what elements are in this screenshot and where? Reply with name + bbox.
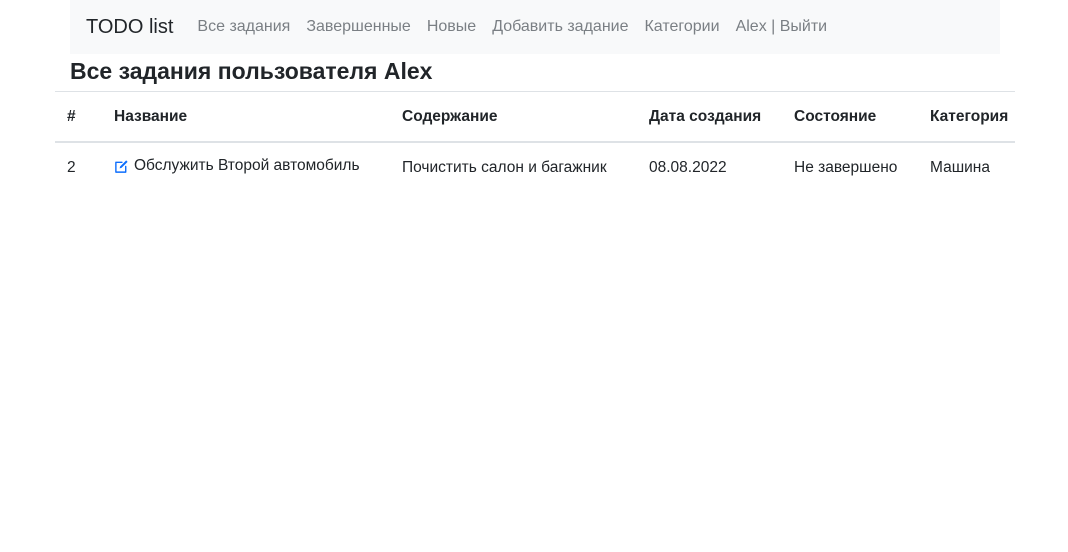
header-category: Категория — [930, 91, 1015, 143]
nav-link-all-tasks[interactable]: Все задания — [189, 18, 298, 36]
task-category: Машина — [930, 159, 990, 176]
task-content: Почистить салон и багажник — [402, 159, 607, 176]
header-status: Состояние — [794, 91, 930, 143]
top-navbar: TODO list Все задания Завершенные Новые … — [70, 0, 1000, 54]
task-created-date: 08.08.2022 — [649, 159, 727, 176]
nav-link-logout[interactable]: Alex | Выйти — [728, 18, 836, 36]
header-created-date: Дата создания — [649, 91, 794, 143]
table-row: 2 Обслужить Второй автомобиль Почистить … — [55, 142, 1015, 193]
table-header-row: # Название Содержание Дата создания Сост… — [55, 91, 1015, 143]
header-content: Содержание — [402, 91, 649, 143]
nav-link-completed[interactable]: Завершенные — [298, 18, 418, 36]
task-title-cell: Обслужить Второй автомобиль — [114, 142, 402, 193]
task-status: Не завершено — [794, 159, 898, 176]
header-title: Название — [114, 91, 402, 143]
nav-links: Все задания Завершенные Новые Добавить з… — [189, 18, 835, 36]
task-number: 2 — [67, 159, 76, 176]
page-title: Все задания пользователя Alex — [70, 58, 433, 84]
nav-link-add-task[interactable]: Добавить задание — [484, 18, 636, 36]
edit-icon[interactable] — [114, 159, 129, 174]
task-title-link[interactable]: Обслужить Второй автомобиль — [114, 157, 360, 175]
task-title-text: Обслужить Второй автомобиль — [134, 157, 360, 175]
navbar-brand[interactable]: TODO list — [86, 16, 173, 39]
tasks-table: # Название Содержание Дата создания Сост… — [55, 91, 1015, 193]
nav-link-new[interactable]: Новые — [419, 18, 484, 36]
header-number: # — [55, 91, 114, 143]
nav-link-categories[interactable]: Категории — [636, 18, 727, 36]
